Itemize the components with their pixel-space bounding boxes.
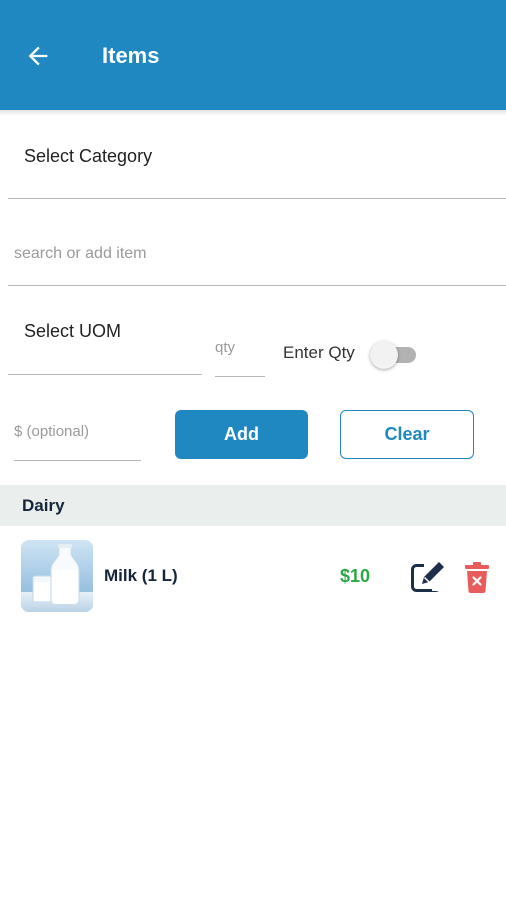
- section-header-dairy: Dairy: [0, 485, 506, 526]
- appbar-shadow: [0, 110, 506, 116]
- qty-field[interactable]: [215, 328, 265, 377]
- list-item[interactable]: Milk (1 L) $10: [0, 532, 506, 620]
- page-title: Items: [102, 43, 160, 68]
- qty-input[interactable]: [215, 336, 263, 358]
- uom-select[interactable]: Select UOM: [8, 305, 202, 375]
- app-bar: Items: [0, 0, 506, 110]
- milk-bottle-image: [21, 540, 93, 612]
- search-field[interactable]: [8, 222, 506, 286]
- price-input[interactable]: [14, 420, 139, 442]
- back-button[interactable]: [22, 40, 54, 72]
- arrow-left-icon: [28, 46, 48, 66]
- add-button[interactable]: Add: [175, 410, 308, 459]
- item-price: $10: [340, 566, 371, 586]
- item-name: Milk (1 L): [104, 566, 178, 585]
- item-thumbnail: [21, 540, 93, 612]
- delete-button[interactable]: [464, 561, 490, 593]
- enter-qty-label: Enter Qty: [283, 343, 355, 362]
- trash-icon: [465, 562, 489, 593]
- price-field[interactable]: [14, 410, 141, 461]
- edit-button[interactable]: [410, 559, 448, 593]
- enter-qty-toggle[interactable]: [370, 339, 418, 371]
- edit-icon: [411, 562, 446, 592]
- toggle-thumb: [370, 341, 398, 369]
- uom-label: Select UOM: [24, 321, 122, 341]
- category-select[interactable]: Select Category: [8, 128, 506, 199]
- clear-button[interactable]: Clear: [340, 410, 474, 459]
- section-title: Dairy: [22, 496, 65, 515]
- search-input[interactable]: [14, 240, 494, 268]
- category-label: Select Category: [24, 146, 153, 166]
